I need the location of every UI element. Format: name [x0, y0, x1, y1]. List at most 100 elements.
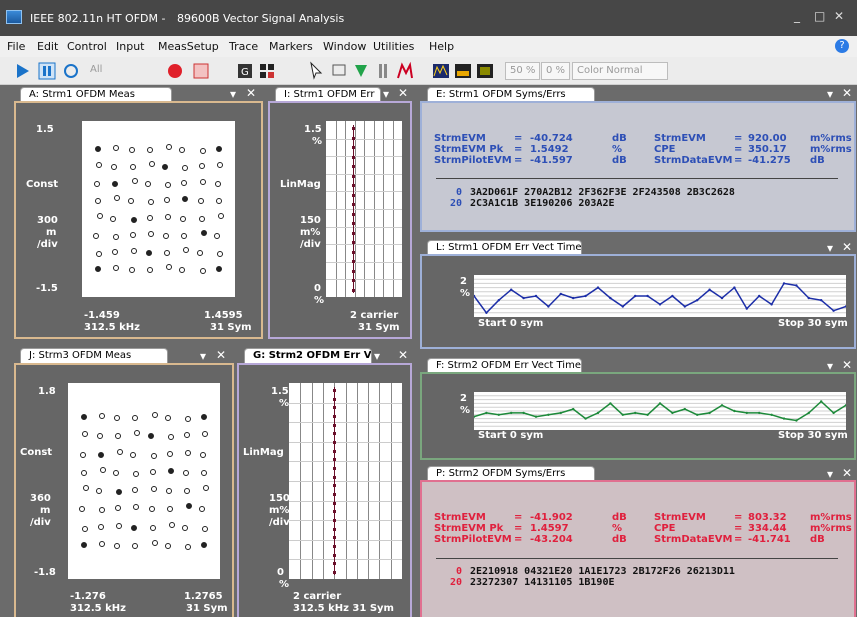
constellation-point [113, 233, 120, 240]
e-stat-eq: = [514, 155, 523, 166]
marker-icon[interactable] [352, 61, 370, 81]
menu-control[interactable]: Control [67, 40, 107, 53]
marker-peak-icon[interactable] [396, 61, 414, 81]
constellation-point [82, 431, 88, 438]
zoom-icon[interactable] [330, 61, 348, 81]
close-button[interactable]: ✕ [834, 9, 844, 23]
constellation-point [144, 181, 151, 188]
trace-point [510, 288, 513, 291]
trace-icon[interactable] [454, 61, 472, 81]
tab-I[interactable]: I: Strm1 OFDM Err [275, 87, 381, 102]
panel-i-close-icon[interactable]: ✕ [398, 86, 408, 100]
tab-G[interactable]: G: Strm2 OFDM Err Ve [244, 348, 372, 363]
panel-g-close-icon[interactable]: ✕ [398, 348, 408, 362]
toolbar: All G 50 % 0 % Color Normal [0, 57, 857, 85]
menu-file[interactable]: File [7, 40, 25, 53]
trace-point [534, 415, 538, 418]
pointer-icon[interactable] [307, 61, 325, 81]
recall-icon[interactable] [192, 61, 210, 81]
panel-j-close-icon[interactable]: ✕ [216, 348, 226, 362]
intensity-percent[interactable]: 0 % [541, 62, 571, 80]
display-icon[interactable] [476, 61, 494, 81]
constellation-point [95, 198, 101, 205]
trace-point [609, 296, 612, 300]
menu-input[interactable]: Input [116, 40, 144, 53]
panel-a-menu-icon[interactable]: ▾ [230, 87, 236, 101]
menu-help[interactable]: Help [429, 40, 454, 53]
panel-e-menu-icon[interactable]: ▾ [827, 87, 833, 101]
menu-meassetup[interactable]: MeasSetup [158, 40, 219, 53]
restart-icon[interactable] [62, 61, 80, 81]
trace-point [634, 294, 637, 298]
marker-list-icon[interactable] [374, 61, 392, 81]
error-point [333, 553, 336, 557]
panel-a-x-right: 1.4595 [204, 310, 243, 321]
panel-g-plot [289, 383, 402, 579]
record-icon[interactable] [166, 61, 184, 81]
constellation-point [134, 430, 141, 437]
e-stat-name2: StrmEVM [654, 133, 706, 144]
panel-f-close-icon[interactable]: ✕ [842, 358, 852, 372]
trace-point [696, 299, 699, 302]
menu-markers[interactable]: Markers [269, 40, 313, 53]
tab-L[interactable]: L: Strm1 OFDM Err Vect Time [427, 240, 582, 255]
trace-point [609, 402, 612, 405]
panel-p-close-icon[interactable]: ✕ [842, 466, 852, 480]
play-icon[interactable] [14, 61, 32, 81]
e-stat-unit2: m%rms [810, 144, 852, 155]
panel-a-plot [82, 121, 235, 297]
e-stat-unit: dB [612, 155, 627, 166]
panel-l-close-icon[interactable]: ✕ [842, 240, 852, 254]
help-icon[interactable]: ? [835, 39, 849, 53]
panel-j-menu-icon[interactable]: ▾ [200, 349, 206, 363]
constellation-point [179, 267, 186, 273]
svg-text:G: G [241, 67, 249, 78]
e-stat-name: StrmPilotEVM [434, 155, 512, 166]
menu-utilities[interactable]: Utilities [373, 40, 414, 53]
panel-f-menu-icon[interactable]: ▾ [827, 359, 833, 373]
tab-J[interactable]: J: Strm3 OFDM Meas [20, 348, 168, 363]
constellation-point [182, 469, 189, 476]
trace-point [733, 409, 736, 413]
panel-e-close-icon[interactable]: ✕ [842, 86, 852, 100]
grid-line [289, 481, 402, 482]
trace-point [559, 411, 562, 415]
e-stat-eq: = [514, 133, 523, 144]
spectrum-icon[interactable] [432, 61, 450, 81]
tab-F[interactable]: F: Strm2 OFDM Err Vect Time [427, 358, 582, 373]
maximize-button[interactable]: □ [814, 9, 825, 23]
error-point [333, 458, 336, 462]
tab-P[interactable]: P: Strm2 OFDM Syms/Errs [427, 466, 595, 481]
color-mode-select[interactable]: Color Normal [572, 62, 668, 80]
tab-E[interactable]: E: Strm1 OFDM Syms/Errs [427, 87, 595, 102]
panel-g-menu-icon[interactable]: ▾ [374, 349, 380, 363]
trace-point [745, 307, 748, 310]
grid-line [289, 402, 402, 404]
menu-trace[interactable]: Trace [229, 40, 258, 53]
constellation-point [150, 452, 157, 459]
pause-icon[interactable] [38, 61, 56, 81]
e-stat-name2: StrmDataEVM [654, 155, 733, 166]
trace-point [485, 411, 488, 415]
menu-window[interactable]: Window [323, 40, 366, 53]
constellation-point [112, 248, 119, 255]
trace-point [584, 294, 587, 298]
panel-i-menu-icon[interactable]: ▾ [383, 87, 389, 101]
constellation-point [184, 449, 191, 456]
trace-point [832, 411, 835, 415]
g-icon[interactable]: G [236, 61, 254, 81]
error-point [333, 441, 336, 444]
panel-p-menu-icon[interactable]: ▾ [827, 467, 833, 481]
menu-edit[interactable]: Edit [37, 40, 58, 53]
grid-line [326, 191, 402, 193]
all-dropdown[interactable]: All [86, 62, 106, 80]
panel-l-menu-icon[interactable]: ▾ [827, 241, 833, 255]
persistence-percent[interactable]: 50 % [505, 62, 541, 80]
panel-a-close-icon[interactable]: ✕ [246, 86, 256, 100]
tab-A[interactable]: A: Strm1 OFDM Meas [20, 87, 172, 102]
panel-f-start: Start 0 sym [478, 430, 544, 441]
minimize-button[interactable]: _ [794, 9, 800, 23]
panel-f-window: 2 % Start 0 sym Stop 30 sym [420, 372, 856, 460]
layout-icon[interactable] [258, 61, 276, 81]
error-point [352, 146, 355, 150]
